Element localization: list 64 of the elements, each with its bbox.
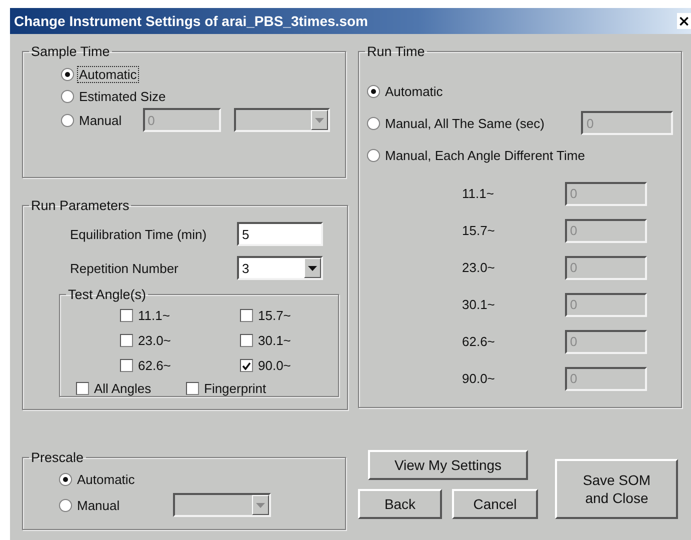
checkbox[interactable] (120, 334, 133, 347)
radio-label: Manual (76, 498, 121, 512)
checkbox-label: 15.7~ (257, 308, 292, 323)
angle-label: 15.7~ (461, 223, 496, 238)
group-title: Run Time (366, 44, 426, 59)
checkbox[interactable] (240, 334, 253, 347)
angle-label: 11.1~ (461, 186, 495, 201)
checkbox-label: 23.0~ (137, 333, 172, 348)
back-button[interactable]: Back (358, 489, 442, 519)
checkbox[interactable] (240, 359, 253, 372)
group-title: Test Angle(s) (67, 287, 148, 302)
checkbox[interactable] (120, 359, 133, 372)
angle-time-field[interactable]: 0 (565, 366, 647, 390)
radio-label: Automatic (76, 472, 136, 486)
angle-label: 62.6~ (461, 334, 496, 349)
radio-label: Automatic (78, 66, 138, 82)
angle-time-field[interactable]: 0 (565, 330, 647, 354)
radio-button[interactable] (61, 90, 74, 102)
angle-time-field[interactable]: 0 (565, 182, 647, 206)
radio-label: Manual (78, 112, 123, 128)
equilibration-field[interactable]: 5 (237, 222, 323, 246)
radio-label: Manual, Each Angle Different Time (384, 148, 586, 162)
manual-time-field[interactable]: 0 (142, 108, 221, 132)
radio-label: Manual, All The Same (sec) (384, 116, 546, 130)
dropdown-value: 3 (242, 260, 250, 276)
view-settings-button[interactable]: View My Settings (368, 450, 528, 480)
radio-button[interactable] (59, 472, 72, 486)
field-label: Equilibration Time (min) (69, 226, 208, 242)
unit-dropdown[interactable] (234, 108, 330, 132)
group-title: Prescale (30, 450, 85, 465)
checkbox-label: 11.1~ (137, 308, 171, 323)
close-button[interactable]: × (677, 13, 691, 29)
window-title: Change Instrument Settings of arai_PBS_3times.som (13, 13, 368, 29)
save-close-button[interactable]: Save SOM and Close (555, 459, 678, 519)
checkbox[interactable] (76, 382, 89, 395)
angle-time-field[interactable]: 0 (565, 218, 647, 242)
same-time-field[interactable]: 0 (581, 111, 674, 135)
checkbox-label: 30.1~ (257, 333, 292, 348)
checkbox[interactable] (240, 309, 253, 322)
checkbox-label: Fingerprint (203, 381, 268, 396)
angle-time-field[interactable]: 0 (565, 292, 647, 316)
radio-button[interactable] (367, 148, 380, 162)
angle-label: 30.1~ (461, 297, 496, 312)
group-title: Run Parameters (30, 198, 130, 213)
checkbox[interactable] (186, 382, 199, 395)
checkbox[interactable] (120, 309, 133, 322)
radio-button[interactable] (367, 84, 380, 98)
cancel-button[interactable]: Cancel (452, 489, 538, 519)
checkbox-label: 90.0~ (257, 358, 292, 373)
checkbox-label: All Angles (93, 381, 152, 396)
angle-time-field[interactable]: 0 (565, 256, 647, 280)
radio-label: Automatic (384, 84, 444, 98)
radio-button[interactable] (59, 498, 72, 512)
radio-label: Estimated Size (78, 88, 167, 104)
radio-button[interactable] (367, 116, 380, 130)
checkbox-label: 62.6~ (137, 358, 172, 373)
prescale-dropdown[interactable] (172, 493, 271, 517)
angle-label: 23.0~ (461, 260, 496, 275)
repetition-dropdown[interactable]: 3 (237, 256, 323, 280)
field-label: Repetition Number (69, 260, 180, 276)
group-title: Sample Time (30, 44, 111, 59)
radio-button[interactable] (61, 68, 74, 80)
angle-label: 90.0~ (461, 371, 496, 386)
radio-button[interactable] (61, 114, 74, 126)
